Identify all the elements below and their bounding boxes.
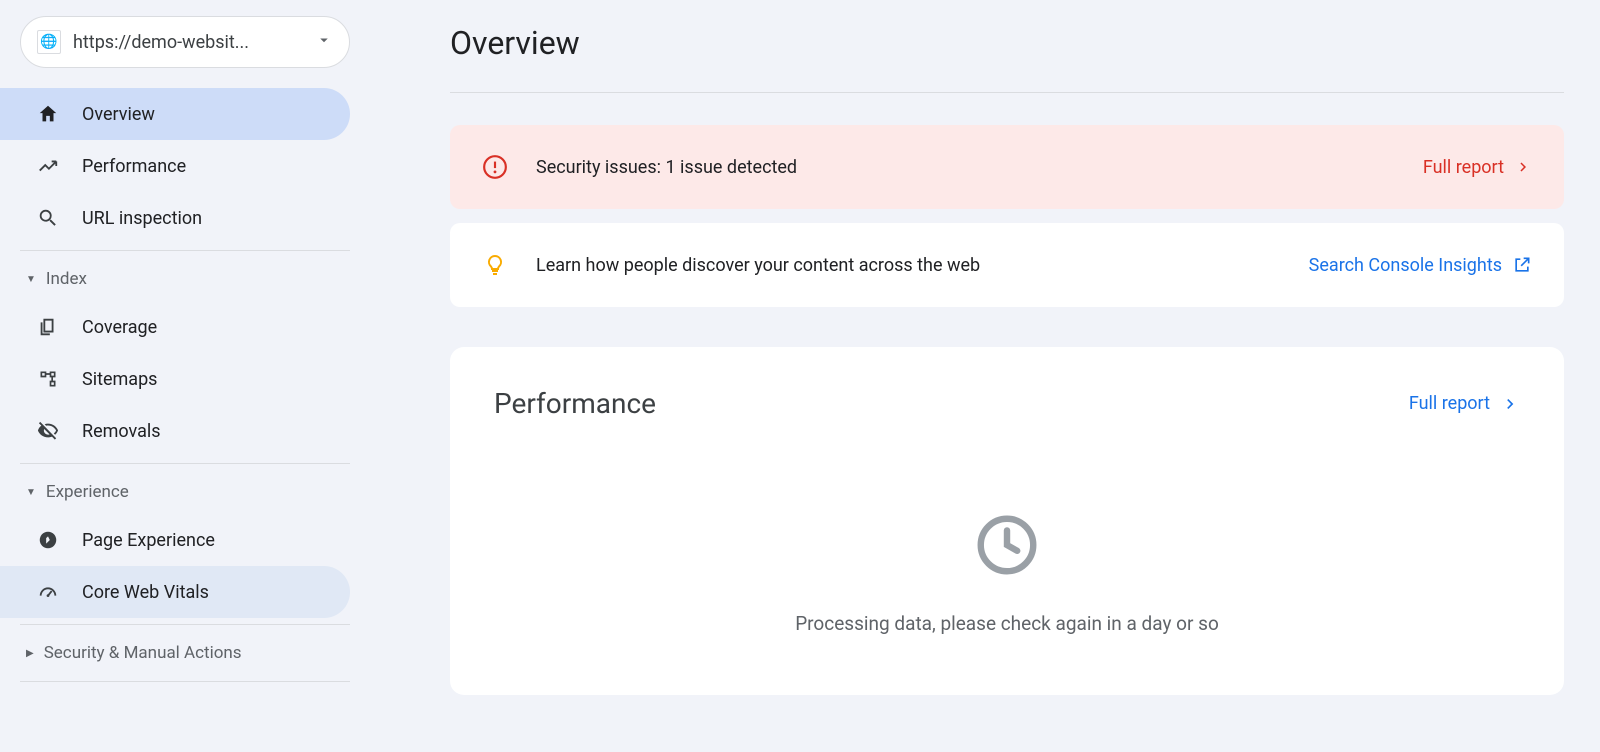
- sidebar-item-label: Removals: [82, 421, 161, 442]
- divider: [20, 681, 350, 682]
- search-icon: [36, 206, 60, 230]
- sidebar-item-label: Sitemaps: [82, 369, 157, 390]
- sidebar-item-coverage[interactable]: Coverage: [0, 301, 350, 353]
- alert-circle-icon: [482, 154, 508, 180]
- globe-icon: 🌐: [37, 30, 61, 54]
- sidebar-item-label: Page Experience: [82, 530, 215, 551]
- sidebar-item-label: URL inspection: [82, 208, 202, 229]
- insights-link[interactable]: Search Console Insights: [1309, 255, 1532, 276]
- external-link-icon: [1512, 255, 1532, 275]
- lightbulb-icon: [482, 252, 508, 278]
- property-selector[interactable]: 🌐 https://demo-websit...: [20, 16, 350, 68]
- link-label: Full report: [1423, 157, 1504, 178]
- divider: [20, 463, 350, 464]
- section-label: Security & Manual Actions: [44, 643, 242, 663]
- triangle-down-icon: ▼: [26, 274, 36, 285]
- section-header-security[interactable]: ▶ Security & Manual Actions: [0, 631, 370, 675]
- performance-card: Performance Full report Processing data,…: [450, 347, 1564, 695]
- sidebar: 🌐 https://demo-websit... Overview Perfor…: [0, 0, 370, 752]
- sidebar-item-label: Overview: [82, 104, 155, 125]
- clock-icon: [972, 510, 1042, 584]
- sidebar-item-sitemaps[interactable]: Sitemaps: [0, 353, 350, 405]
- compass-icon: [36, 528, 60, 552]
- sidebar-item-core-web-vitals[interactable]: Core Web Vitals: [0, 566, 350, 618]
- chevron-down-icon: [315, 31, 333, 53]
- divider: [20, 250, 350, 251]
- main-content: Overview Security issues: 1 issue detect…: [370, 0, 1600, 752]
- chevron-right-icon: [1500, 394, 1520, 414]
- section-label: Experience: [46, 482, 129, 502]
- chevron-right-icon: [1514, 158, 1532, 176]
- section-header-index[interactable]: ▼ Index: [0, 257, 370, 301]
- link-label: Search Console Insights: [1309, 255, 1502, 276]
- sidebar-item-label: Core Web Vitals: [82, 582, 209, 603]
- speedometer-icon: [36, 580, 60, 604]
- security-banner-text: Security issues: 1 issue detected: [536, 157, 1423, 178]
- home-icon: [36, 102, 60, 126]
- empty-state-message: Processing data, please check again in a…: [795, 612, 1219, 635]
- sidebar-item-label: Coverage: [82, 317, 157, 338]
- sitemap-icon: [36, 367, 60, 391]
- sidebar-item-url-inspection[interactable]: URL inspection: [0, 192, 350, 244]
- performance-full-report-link[interactable]: Full report: [1409, 393, 1520, 414]
- page-title: Overview: [450, 24, 1564, 93]
- sidebar-item-performance[interactable]: Performance: [0, 140, 350, 192]
- sidebar-item-overview[interactable]: Overview: [0, 88, 350, 140]
- triangle-right-icon: ▶: [26, 648, 34, 659]
- insights-banner-text: Learn how people discover your content a…: [536, 255, 1309, 276]
- trend-icon: [36, 154, 60, 178]
- security-banner: Security issues: 1 issue detected Full r…: [450, 125, 1564, 209]
- divider: [20, 624, 350, 625]
- security-full-report-link[interactable]: Full report: [1423, 157, 1532, 178]
- property-url: https://demo-websit...: [73, 32, 303, 53]
- sidebar-item-label: Performance: [82, 156, 186, 177]
- eye-off-icon: [36, 419, 60, 443]
- section-label: Index: [46, 269, 87, 289]
- performance-card-title: Performance: [494, 387, 656, 420]
- sidebar-item-removals[interactable]: Removals: [0, 405, 350, 457]
- section-header-experience[interactable]: ▼ Experience: [0, 470, 370, 514]
- sidebar-item-page-experience[interactable]: Page Experience: [0, 514, 350, 566]
- empty-state: Processing data, please check again in a…: [494, 510, 1520, 635]
- insights-banner: Learn how people discover your content a…: [450, 223, 1564, 307]
- triangle-down-icon: ▼: [26, 487, 36, 498]
- documents-icon: [36, 315, 60, 339]
- link-label: Full report: [1409, 393, 1490, 414]
